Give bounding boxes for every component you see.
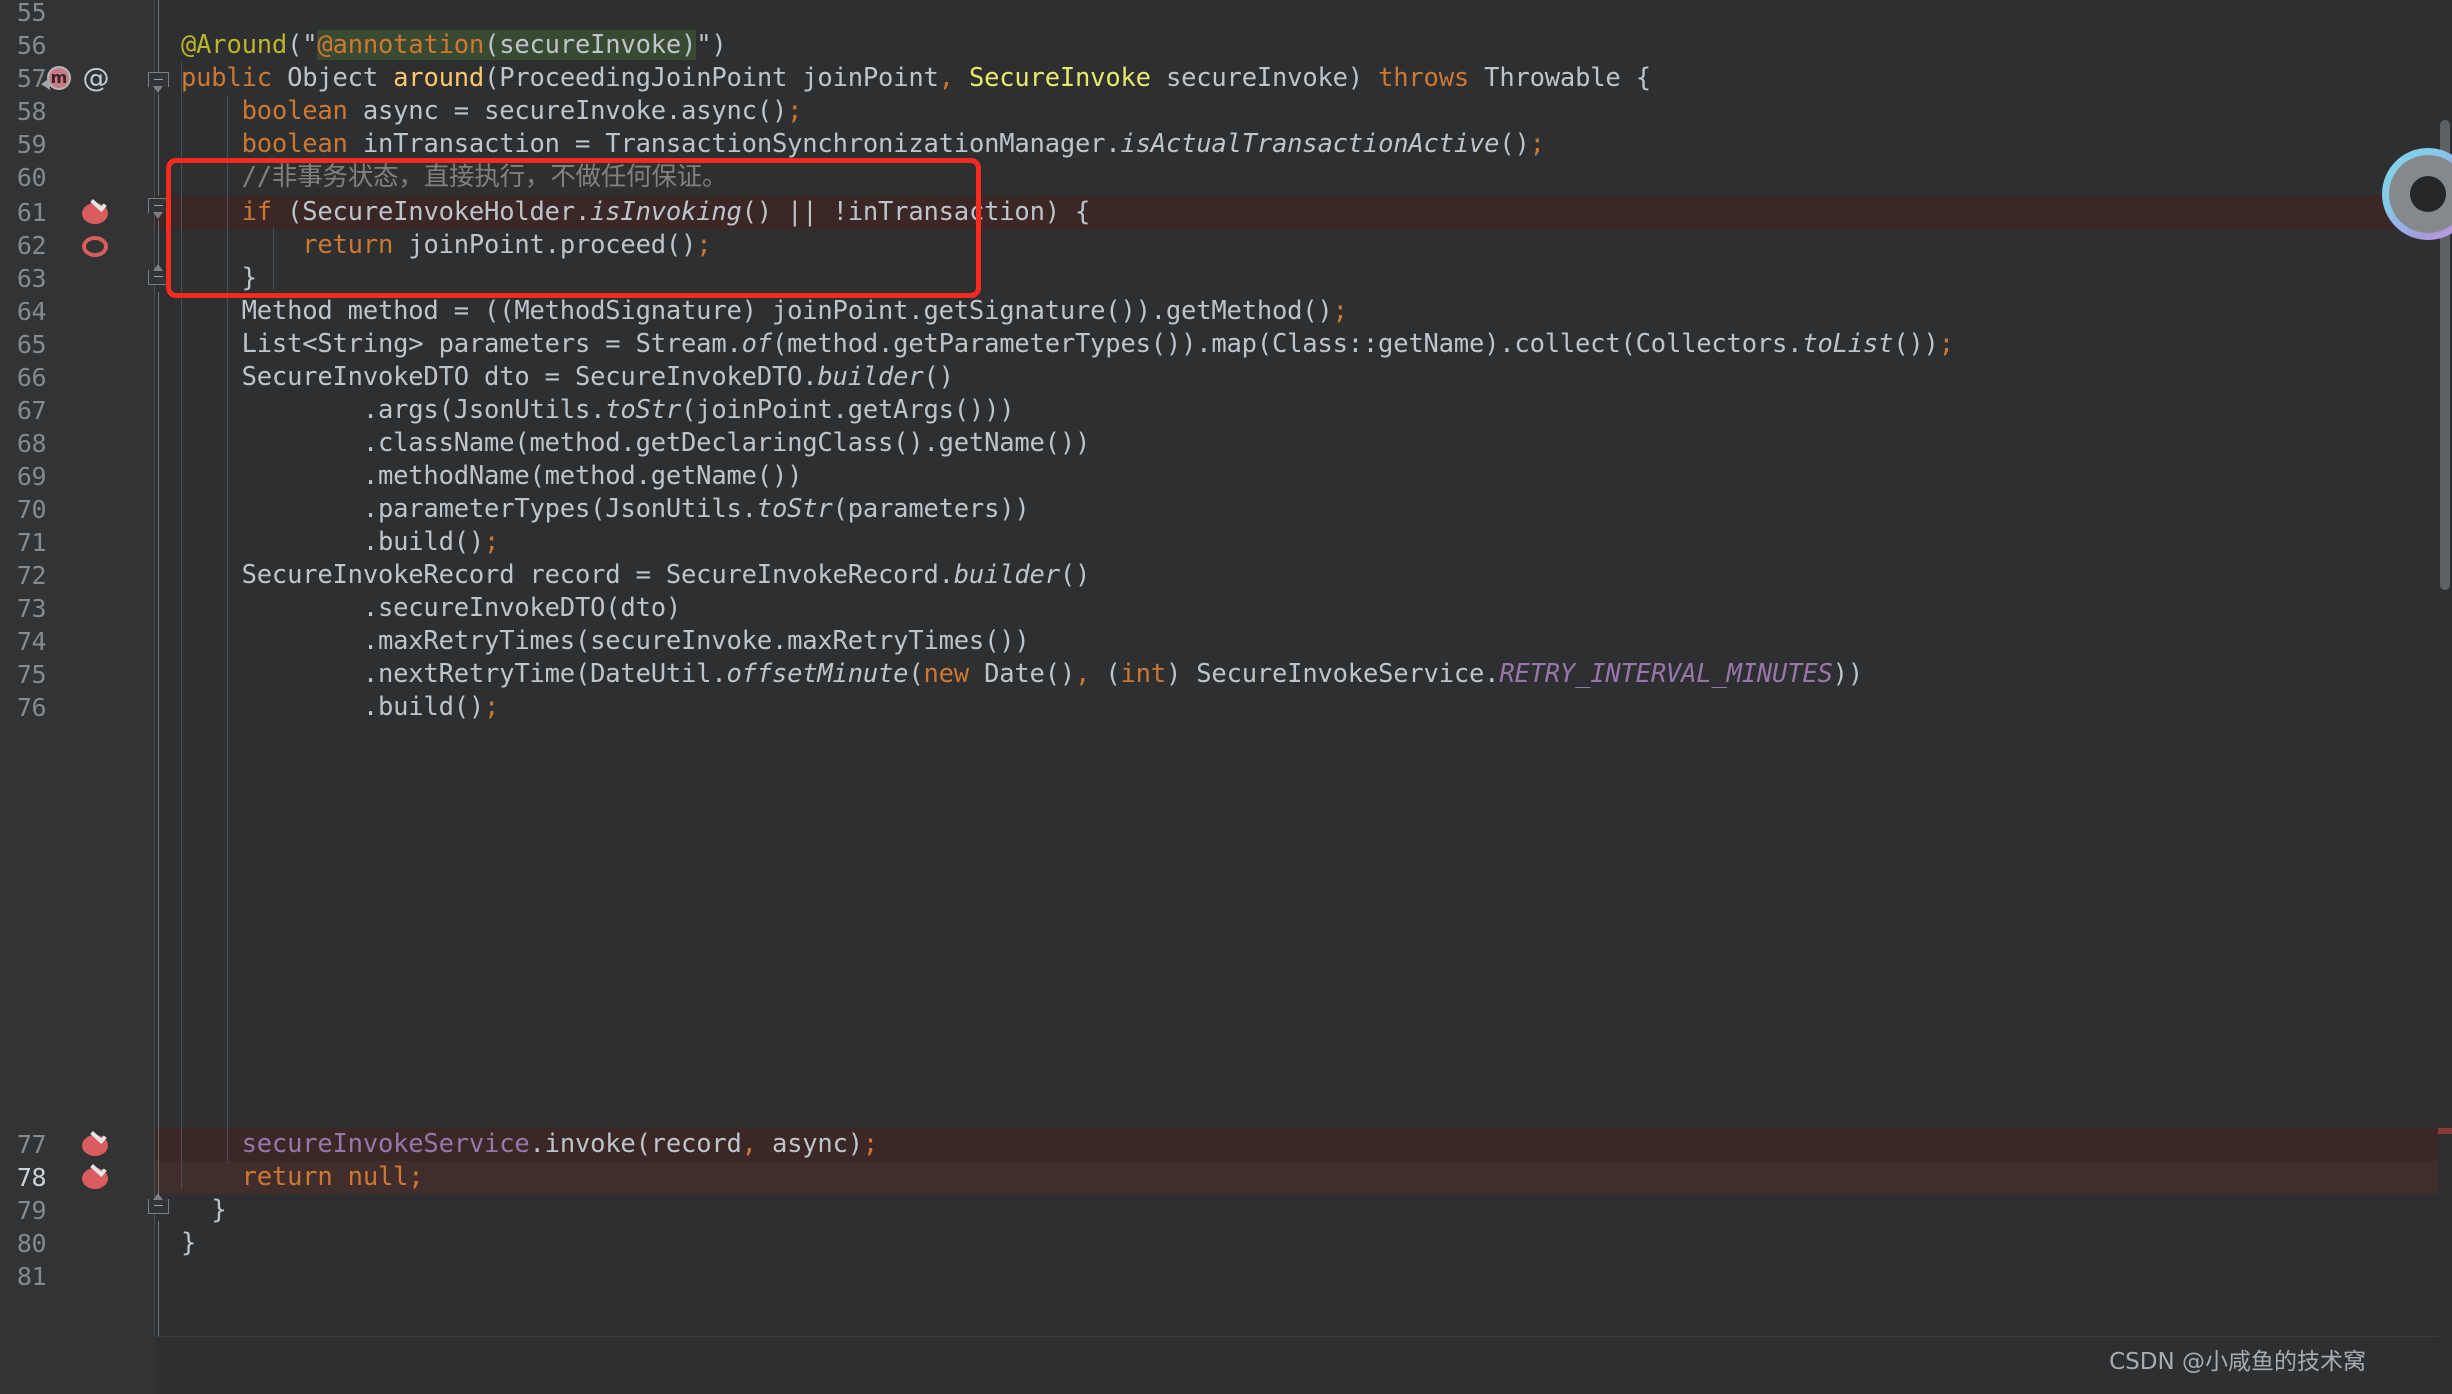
line-number: 56 xyxy=(16,31,47,60)
line-number: 63 xyxy=(16,264,47,293)
code-line-75[interactable]: .nextRetryTime(DateUtil.offsetMinute(new… xyxy=(155,658,1863,691)
line-number: 67 xyxy=(16,396,47,425)
breakpoint-hollow-icon[interactable] xyxy=(82,232,110,260)
breakpoint-verified-icon[interactable] xyxy=(82,196,110,227)
gutter-bottom-area xyxy=(0,1336,155,1394)
line-number: 64 xyxy=(16,297,47,326)
fold-toggle-end[interactable] xyxy=(148,1193,169,1220)
code-line-76[interactable]: .build(); xyxy=(155,691,500,724)
line-number: 70 xyxy=(16,495,47,524)
code-line-78[interactable]: return null; xyxy=(155,1161,424,1194)
method-override-icon[interactable]: m xyxy=(41,65,74,93)
line-number: 66 xyxy=(16,363,47,392)
fold-region-line xyxy=(158,292,159,1200)
line-number: 59 xyxy=(16,130,47,159)
code-line-60[interactable]: //非事务状态，直接执行，不做任何保证。 xyxy=(155,161,728,194)
error-stripe-marker[interactable] xyxy=(2438,1128,2452,1134)
editor-bottom-area xyxy=(0,1336,2452,1394)
code-line-74[interactable]: .maxRetryTimes(secureInvoke.maxRetryTime… xyxy=(155,625,1030,658)
code-line-58[interactable]: boolean async = secureInvoke.async(); xyxy=(155,95,803,128)
line-number: 60 xyxy=(16,163,47,192)
fold-region-line xyxy=(158,94,159,196)
fold-toggle-end[interactable] xyxy=(148,264,169,291)
code-line-72[interactable]: SecureInvokeRecord record = SecureInvoke… xyxy=(155,559,1091,592)
csdn-watermark: CSDN @小咸鱼的技术窝 xyxy=(2109,1349,2366,1375)
code-line-59[interactable]: boolean inTransaction = TransactionSynch… xyxy=(155,128,1545,161)
code-line-67[interactable]: .args(JsonUtils.toStr(joinPoint.getArgs(… xyxy=(155,394,1015,427)
code-line-71[interactable]: .build(); xyxy=(155,526,500,559)
ide-editor-window: @Around("@annotation(secureInvoke)") pub… xyxy=(0,0,2452,1394)
code-line-68[interactable]: .className(method.getDeclaringClass().ge… xyxy=(155,427,1091,460)
fold-region-line xyxy=(158,220,159,268)
code-editor-area[interactable]: @Around("@annotation(secureInvoke)") pub… xyxy=(155,0,2452,1394)
line-number: 80 xyxy=(16,1229,47,1258)
code-line-65[interactable]: List<String> parameters = Stream.of(meth… xyxy=(155,328,1954,361)
code-line-80[interactable]: } xyxy=(155,1227,196,1260)
code-line-64[interactable]: Method method = ((MethodSignature) joinP… xyxy=(155,295,1348,328)
line-number: 79 xyxy=(16,1196,47,1225)
line-number: 76 xyxy=(16,693,47,722)
code-line-62[interactable]: return joinPoint.proceed(); xyxy=(155,229,711,262)
line-number: 75 xyxy=(16,660,47,689)
code-line-70[interactable]: .parameterTypes(JsonUtils.toStr(paramete… xyxy=(155,493,1030,526)
line-number: 58 xyxy=(16,97,47,126)
code-line-69[interactable]: .methodName(method.getName()) xyxy=(155,460,803,493)
code-line-77[interactable]: secureInvokeService.invoke(record, async… xyxy=(155,1128,879,1161)
line-number: 77 xyxy=(16,1130,47,1159)
code-line-56[interactable]: @Around("@annotation(secureInvoke)") xyxy=(155,29,727,62)
fold-toggle-open[interactable] xyxy=(148,72,169,93)
line-number-current: 78 xyxy=(16,1163,47,1192)
line-number: 61 xyxy=(16,198,47,227)
code-line-73[interactable]: .secureInvokeDTO(dto) xyxy=(155,592,681,625)
code-line-63[interactable]: } xyxy=(155,262,257,295)
line-number: 62 xyxy=(16,231,47,260)
code-line-66[interactable]: SecureInvokeDTO dto = SecureInvokeDTO.bu… xyxy=(155,361,954,394)
caret-line-highlight xyxy=(155,1161,2452,1194)
code-line-57[interactable]: public Object around(ProceedingJoinPoint… xyxy=(155,62,1651,95)
line-number: 65 xyxy=(16,330,47,359)
line-number: 69 xyxy=(16,462,47,491)
line-number: 73 xyxy=(16,594,47,623)
annotation-at-icon[interactable]: @ xyxy=(82,65,110,93)
fold-toggle-open[interactable] xyxy=(148,198,169,219)
code-line-61[interactable]: if (SecureInvokeHolder.isInvoking() || !… xyxy=(155,196,1091,229)
breakpoint-verified-icon[interactable] xyxy=(82,1128,110,1159)
line-number: 71 xyxy=(16,528,47,557)
line-number: 72 xyxy=(16,561,47,590)
fold-region-line xyxy=(158,0,159,78)
line-number: 74 xyxy=(16,627,47,656)
breakpoint-verified-icon[interactable] xyxy=(82,1161,110,1192)
line-number: 81 xyxy=(16,1262,47,1291)
line-number: 68 xyxy=(16,429,47,458)
line-number: 55 xyxy=(16,0,47,27)
editor-gutter[interactable]: 55 56 57 m @ 58 59 60 61 62 63 64 65 66 … xyxy=(0,0,155,1394)
line-number: 57 xyxy=(16,64,47,93)
